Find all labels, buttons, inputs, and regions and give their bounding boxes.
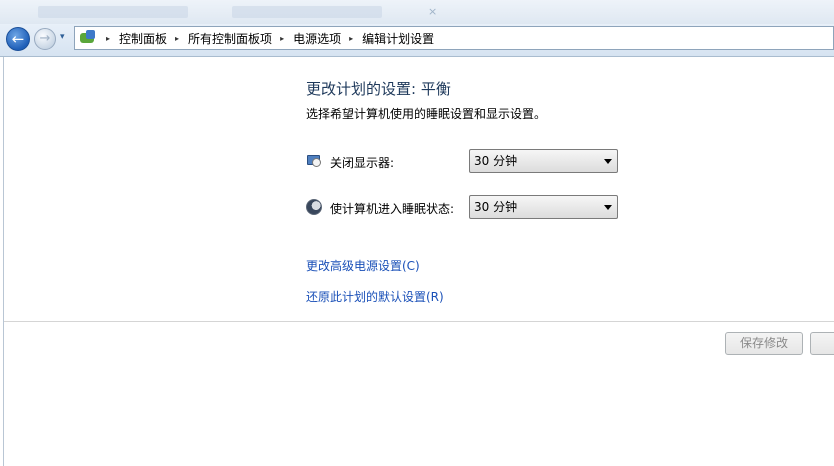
- moon-icon: [306, 199, 322, 215]
- back-arrow-icon[interactable]: ←: [6, 27, 30, 51]
- control-panel-icon: [78, 29, 98, 47]
- dropdown-arrow-icon: [604, 159, 612, 164]
- breadcrumb-separator-icon[interactable]: ▸: [106, 34, 110, 43]
- breadcrumb-separator-icon[interactable]: ▸: [349, 34, 353, 43]
- cancel-button[interactable]: [810, 332, 834, 355]
- breadcrumb-separator-icon[interactable]: ▸: [280, 34, 284, 43]
- sleep-label: 使计算机进入睡眠状态:: [330, 202, 455, 216]
- display-off-select[interactable]: 30 分钟: [469, 149, 618, 173]
- dropdown-arrow-icon: [604, 205, 612, 210]
- chevron-down-icon[interactable]: ▾: [60, 32, 65, 42]
- sleep-value: 30 分钟: [474, 200, 518, 214]
- forward-arrow-icon[interactable]: →: [34, 28, 56, 50]
- breadcrumb-all-items[interactable]: 所有控制面板项: [188, 30, 272, 47]
- display-off-value: 30 分钟: [474, 154, 518, 168]
- faded-tab: [232, 6, 382, 18]
- main-content: 更改计划的设置: 平衡 选择希望计算机使用的睡眠设置和显示设置。 关闭显示器: …: [4, 57, 834, 466]
- page-subtitle: 选择希望计算机使用的睡眠设置和显示设置。: [306, 107, 547, 121]
- breadcrumb-edit-plan[interactable]: 编辑计划设置: [362, 30, 434, 47]
- divider: [4, 321, 834, 322]
- address-bar[interactable]: ▸ 控制面板 ▸ 所有控制面板项 ▸ 电源选项 ▸ 编辑计划设置: [74, 26, 834, 50]
- navigation-bar: ← → ▾ ▸ 控制面板 ▸ 所有控制面板项 ▸ 电源选项 ▸ 编辑计划设置: [0, 24, 834, 57]
- save-changes-button[interactable]: 保存修改: [725, 332, 803, 355]
- monitor-clock-icon: [306, 153, 322, 169]
- breadcrumb-separator-icon[interactable]: ▸: [175, 34, 179, 43]
- close-icon: ×: [428, 5, 438, 18]
- breadcrumb-control-panel[interactable]: 控制面板: [119, 30, 167, 47]
- display-off-label: 关闭显示器:: [330, 156, 395, 170]
- faded-tab: [38, 6, 188, 18]
- browser-tab-strip: ×: [0, 0, 834, 24]
- restore-defaults-link[interactable]: 还原此计划的默认设置(R): [306, 288, 444, 305]
- page-title: 更改计划的设置: 平衡: [306, 80, 451, 98]
- advanced-power-settings-link[interactable]: 更改高级电源设置(C): [306, 257, 420, 274]
- breadcrumb-power-options[interactable]: 电源选项: [293, 30, 341, 47]
- sleep-select[interactable]: 30 分钟: [469, 195, 618, 219]
